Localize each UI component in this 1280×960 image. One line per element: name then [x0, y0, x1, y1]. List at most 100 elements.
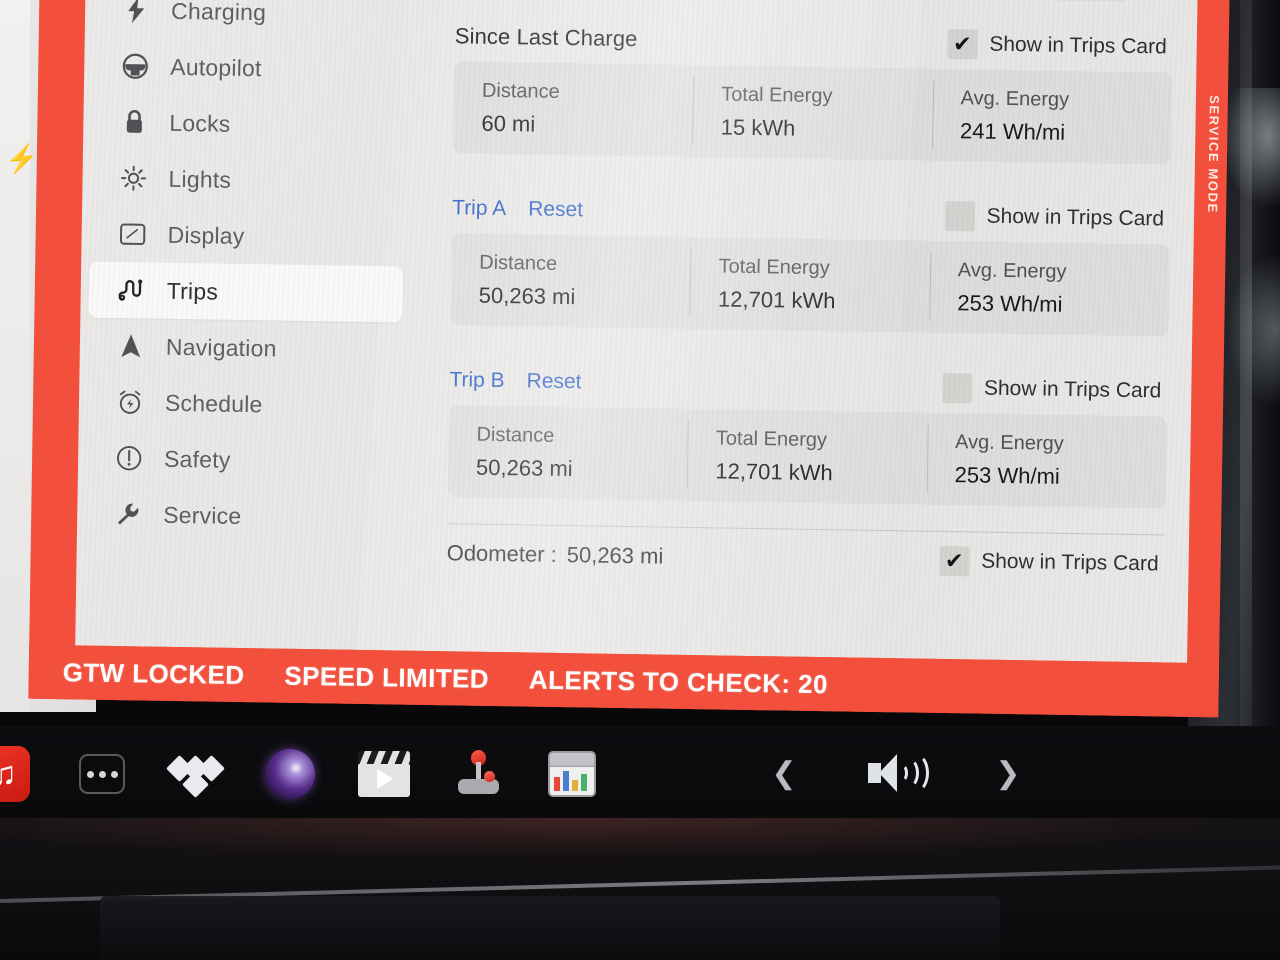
taskbar-toybox-button[interactable] [536, 738, 608, 810]
settings-sidebar: Charging Autopilot Locks Lights Display … [75, 0, 415, 651]
stats-card: Distance 60 mi Total Energy 15 kWh Avg. … [452, 61, 1173, 165]
stat-distance: Distance 50,263 mi [448, 415, 688, 491]
bolt-icon: ⚡ [3, 142, 40, 176]
stat-total-energy: Total Energy 12,701 kWh [690, 247, 930, 323]
sidebar-item-lights[interactable]: Lights [90, 150, 405, 211]
stats-card: Distance 50,263 mi Total Energy 12,701 k… [450, 233, 1170, 337]
section-trip-b: Trip B Reset ✔ Show in Trips Card Distan… [447, 357, 1168, 509]
checkbox-label: Show in Trips Card [981, 549, 1159, 576]
camera-lens-icon [265, 749, 315, 799]
trip-b-link[interactable]: Trip B [449, 368, 505, 393]
taskbar-more-button[interactable] [66, 738, 138, 810]
odometer-row: Odometer : 50,263 mi ✔ Show in Trips Car… [446, 524, 1165, 593]
window-reflection-2 [1228, 255, 1280, 405]
checkbox-unchecked[interactable]: ✔ [944, 200, 975, 232]
checkbox-checked[interactable]: ✔ [947, 29, 978, 60]
stat-distance: Distance 50,263 mi [450, 243, 690, 319]
checkbox-unchecked[interactable]: ✔ [941, 372, 973, 404]
stat-value: 12,701 kWh [715, 457, 833, 485]
stat-avg-energy: Avg. Energy 241 Wh/mi [932, 79, 1172, 155]
trip-a-reset-button[interactable]: Reset [528, 197, 583, 222]
sidebar-item-label: Autopilot [170, 53, 262, 81]
exclamation-circle-icon [112, 443, 146, 474]
checkbox-label: Show in Trips Card [983, 376, 1162, 403]
taskbar-media-app-button[interactable]: ♫ [0, 738, 40, 810]
stat-label: Total Energy [715, 426, 828, 451]
stat-value: 241 Wh/mi [959, 117, 1066, 145]
service-mode-label: SERVICE MODE [1205, 95, 1222, 214]
trips-panel: Since Last Charge ✔ Show in Trips Card D… [417, 0, 1197, 663]
left-trim-strip [0, 0, 30, 712]
window-reflection [1220, 88, 1280, 208]
lock-icon [117, 107, 151, 138]
section-header: Trip A Reset ✔ Show in Trips Card [452, 185, 1171, 242]
sidebar-item-locks[interactable]: Locks [91, 94, 406, 155]
stat-value: 50,263 mi [475, 454, 573, 481]
checkbox-label: Show in Trips Card [986, 204, 1165, 231]
taskbar-tidal-button[interactable] [160, 738, 232, 810]
taskbar-video-button[interactable] [348, 738, 420, 810]
sidebar-item-safety[interactable]: Safety [86, 430, 401, 491]
sidebar-item-label: Lights [168, 165, 232, 193]
taskbar-prev-button[interactable]: ❮ [748, 738, 820, 810]
sidebar-item-charging[interactable]: Charging [93, 0, 408, 43]
sidebar-item-label: Trips [166, 277, 219, 305]
winding-road-icon [115, 275, 149, 306]
stat-value: 50,263 mi [478, 282, 576, 309]
navigation-arrow-icon [114, 331, 148, 362]
stats-card: Distance 50,263 mi Total Energy 12,701 k… [447, 405, 1167, 509]
show-in-trips-card-toggle[interactable]: ✔ Show in Trips Card [941, 372, 1162, 406]
stat-value: 253 Wh/mi [954, 461, 1060, 489]
sidebar-item-display[interactable]: Display [89, 206, 404, 267]
show-in-trips-card-toggle[interactable]: ✔ Show in Trips Card [947, 29, 1167, 62]
three-dots-icon [79, 754, 125, 794]
section-header: Since Last Charge ✔ Show in Trips Card [454, 13, 1173, 70]
screen-content: Charging Autopilot Locks Lights Display … [75, 0, 1198, 663]
section-title: Since Last Charge [454, 23, 638, 52]
chevron-right-icon: ❯ [995, 757, 1021, 790]
stat-label: Avg. Energy [960, 86, 1070, 111]
sidebar-item-navigation[interactable]: Navigation [87, 318, 402, 379]
sidebar-item-schedule[interactable]: Schedule [87, 374, 402, 435]
checkbox-checked[interactable]: ✔ [938, 545, 970, 577]
sidebar-item-label: Charging [170, 0, 267, 25]
taskbar-volume-button[interactable] [860, 738, 932, 810]
sidebar-item-service[interactable]: Service [85, 486, 400, 547]
stat-value: 253 Wh/mi [957, 289, 1063, 317]
show-in-trips-card-toggle[interactable]: ✔ Show in Trips Card [944, 200, 1165, 234]
stat-label: Total Energy [721, 82, 833, 107]
sidebar-item-label: Locks [169, 109, 231, 137]
taskbar-next-button[interactable]: ❯ [972, 738, 1044, 810]
odometer-label: Odometer : [446, 540, 557, 567]
trip-a-link[interactable]: Trip A [452, 196, 506, 221]
stat-avg-energy: Avg. Energy 253 Wh/mi [926, 423, 1166, 499]
app-grid-icon [548, 751, 596, 797]
sidebar-item-autopilot[interactable]: Autopilot [92, 38, 407, 99]
joystick-icon [452, 748, 504, 800]
sun-icon [116, 163, 150, 194]
volume-speaker-icon [866, 752, 929, 796]
taskbar-arcade-button[interactable] [442, 738, 514, 810]
alert-gtw-locked: GTW LOCKED [62, 656, 245, 690]
show-in-trips-card-toggle[interactable]: ✔ Show in Trips Card [938, 545, 1159, 579]
sidebar-item-label: Navigation [165, 333, 277, 362]
trip-b-reset-button[interactable]: Reset [526, 369, 581, 394]
stat-label: Total Energy [718, 254, 830, 279]
photo-of-tesla-touchscreen: ⚡ SERVICE MODE Charging Autopilot Locks … [0, 0, 1280, 960]
sidebar-item-trips[interactable]: Trips [88, 261, 404, 323]
stat-value: 15 kWh [720, 113, 796, 141]
alarm-clock-icon [113, 387, 147, 418]
chevron-left-icon: ❮ [771, 757, 797, 790]
display-icon [115, 219, 149, 250]
sidebar-item-label: Safety [163, 445, 231, 473]
stat-label: Avg. Energy [954, 430, 1064, 455]
alert-speed-limited: SPEED LIMITED [284, 660, 490, 694]
sidebar-item-label: Service [163, 501, 242, 529]
stat-label: Distance [476, 423, 555, 447]
stat-value: 12,701 kWh [717, 285, 836, 313]
stat-label: Distance [481, 79, 560, 103]
bolt-icon [119, 0, 153, 26]
stat-value: 60 mi [481, 110, 536, 137]
stat-avg-energy: Avg. Energy 253 Wh/mi [929, 251, 1169, 327]
taskbar-theater-button[interactable] [254, 738, 326, 810]
